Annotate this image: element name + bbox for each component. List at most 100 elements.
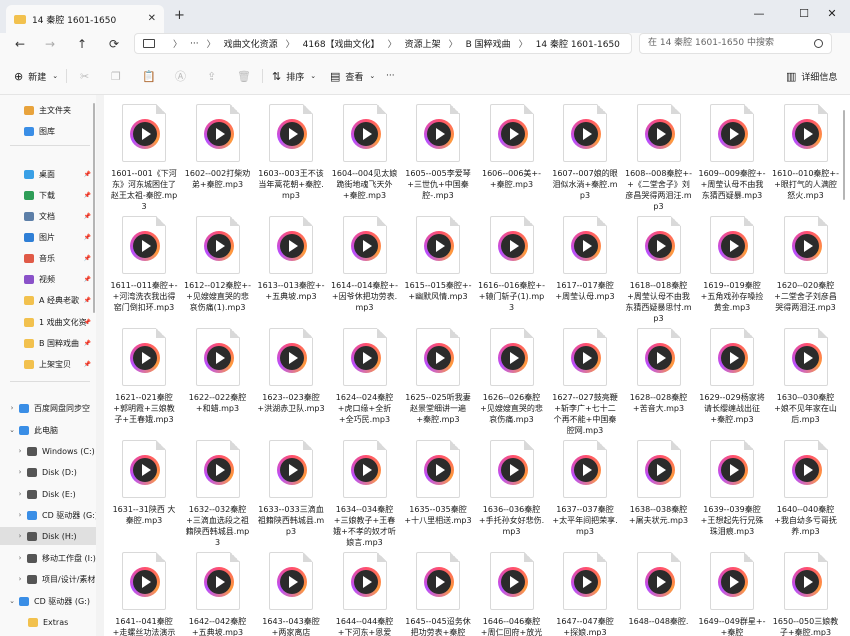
- file-item[interactable]: 1621--021秦腔+郭明霞+三娘教子+王春娥.mp3: [110, 324, 178, 436]
- sidebar-item[interactable]: › Disk (H:): [0, 527, 96, 545]
- file-item[interactable]: 1622--022秦腔+和蜡.mp3: [184, 324, 252, 436]
- file-item[interactable]: 1624--024秦腔+虎口缘+全折+全巧民.mp3: [331, 324, 399, 436]
- file-item[interactable]: 1612--012秦腔+-+见嫂嫂直哭的悲哀伤痛(1).mp3: [184, 212, 252, 324]
- file-item[interactable]: 1635--035秦腔+十八里相送.mp3: [404, 436, 472, 548]
- sidebar-item[interactable]: › CD 驱动器 (G:): [0, 506, 96, 524]
- sidebar-item[interactable]: 图片 📌: [0, 228, 96, 246]
- sidebar-item[interactable]: › Disk (D:): [0, 463, 96, 481]
- file-item[interactable]: 1616--016秦腔+-+辕门斩子(1).mp3: [478, 212, 546, 324]
- sidebar-item[interactable]: 文档 📌: [0, 207, 96, 225]
- rename-button[interactable]: Ⓐ: [175, 68, 191, 84]
- file-item[interactable]: 1625--025听我妻赵景堂细讲一遍+秦腔.mp3: [404, 324, 472, 436]
- minimize-button[interactable]: —: [745, 4, 773, 24]
- file-item[interactable]: 1607--007娘的眼泪似水淌+秦腔.mp3: [551, 100, 619, 212]
- chevron-right-icon[interactable]: ›: [8, 404, 16, 412]
- file-item[interactable]: 1633--033三滴血祖籍陕西韩城县.mp3: [257, 436, 325, 548]
- sidebar-item[interactable]: Extras: [0, 613, 96, 631]
- sidebar-item[interactable]: 音乐 📌: [0, 249, 96, 267]
- file-item[interactable]: 1619--019秦腔+五角戏孙存嗓捡黄金.mp3: [698, 212, 766, 324]
- file-item[interactable]: 1639--039秦腔+王想起先行兄殊珠泪痕.mp3: [698, 436, 766, 548]
- file-item[interactable]: 1648--048秦腔.: [625, 548, 693, 636]
- maximize-button[interactable]: ☐: [790, 4, 818, 24]
- file-item[interactable]: 1645--045迢务休把功劳表+秦腔: [404, 548, 472, 636]
- file-item[interactable]: 1642--042秦腔+五典坡.mp3: [184, 548, 252, 636]
- file-item[interactable]: 1620--020秦腔+二堂舍子刘彦昌哭得两泪汪.mp3: [772, 212, 840, 324]
- cut-button[interactable]: ✂: [80, 68, 94, 84]
- paste-button[interactable]: 📋: [142, 68, 161, 84]
- sidebar-item[interactable]: 1 戏曲文化资 📌: [0, 313, 96, 331]
- file-item[interactable]: 1601--001《下河东》河东城困住了赵王太祖-秦腔.mp3: [110, 100, 178, 212]
- sidebar-item[interactable]: › 百度网盘同步空: [0, 399, 96, 417]
- sidebar-item[interactable]: 桌面 📌: [0, 165, 96, 183]
- chevron-down-icon[interactable]: ⌄: [8, 426, 16, 434]
- sidebar-item[interactable]: › 项目/设计/素材: [0, 570, 96, 588]
- share-button[interactable]: ⇪: [207, 68, 221, 84]
- file-item[interactable]: 1640--040秦腔+我自幼多亏哥抚养.mp3: [772, 436, 840, 548]
- file-item[interactable]: 1649--049群星+-+秦腔: [698, 548, 766, 636]
- file-item[interactable]: 1614--014秦腔+-+因爷休把功劳表.mp3: [331, 212, 399, 324]
- chevron-right-icon[interactable]: ›: [16, 511, 24, 519]
- file-item[interactable]: 1605--005李爱琴+三世仇+中国秦腔-.mp3: [404, 100, 472, 212]
- new-button[interactable]: ⊕ 新建 ⌄: [14, 68, 58, 84]
- sort-button[interactable]: ⇅ 排序 ⌄: [272, 68, 316, 84]
- delete-button[interactable]: 🗑: [237, 68, 256, 84]
- chevron-right-icon[interactable]: ›: [16, 575, 24, 583]
- close-window-button[interactable]: ✕: [818, 4, 846, 24]
- back-button[interactable]: ←: [10, 35, 30, 53]
- sidebar-item[interactable]: ⌄ CD 驱动器 (G:): [0, 592, 96, 610]
- chevron-down-icon[interactable]: ⌄: [8, 597, 16, 605]
- file-item[interactable]: 1632--032秦腔+三滴血选段之祖籍陕西韩城县.mp3: [184, 436, 252, 548]
- file-item[interactable]: 1606--006美+-+秦腔.mp3: [478, 100, 546, 212]
- file-item[interactable]: 1627--027鼓亮鞭+斩李广+七十二个再不能+中国秦腔网.mp3: [551, 324, 619, 436]
- sidebar-item[interactable]: › 移动工作盘 (I:): [0, 549, 96, 567]
- sidebar-item[interactable]: 主文件夹: [0, 101, 96, 119]
- file-item[interactable]: 1603--003王不该当年蒿花朝+秦腔.mp3: [257, 100, 325, 212]
- file-item[interactable]: 1638--038秦腔+屠夫状元.mp3: [625, 436, 693, 548]
- file-item[interactable]: 1630--030秦腔+娘不见年家在山后.mp3: [772, 324, 840, 436]
- sidebar-item[interactable]: ⌄ 此电脑: [0, 421, 96, 439]
- breadcrumb-item[interactable]: 资源上架: [405, 37, 441, 50]
- sidebar-item[interactable]: › Disk (E:): [0, 485, 96, 503]
- copy-button[interactable]: ❐: [111, 68, 126, 84]
- file-item[interactable]: 1650--050三娘教子+秦腔.mp3: [772, 548, 840, 636]
- file-item[interactable]: 1608--008秦腔+-+《二堂舍子》刘彦昌哭得两泪汪.mp3: [625, 100, 693, 212]
- file-item[interactable]: 1646--046秦腔+周仁回府+放光: [478, 548, 546, 636]
- content-scrollbar[interactable]: [843, 110, 845, 200]
- file-item[interactable]: 1617--017秦腔+周莹认母.mp3: [551, 212, 619, 324]
- chevron-right-icon[interactable]: ›: [16, 554, 24, 562]
- forward-button[interactable]: →: [40, 35, 60, 53]
- file-item[interactable]: 1644--044秦腔+下河东+恩爱: [331, 548, 399, 636]
- file-item[interactable]: 1647--047秦腔+探娘.mp3: [551, 548, 619, 636]
- file-item[interactable]: 1626--026秦腔+见嫂嫂直哭的悲哀伤痛.mp3: [478, 324, 546, 436]
- file-item[interactable]: 1618--018秦腔+周莹认母不由我东猜西疑暴思忖.mp3: [625, 212, 693, 324]
- file-item[interactable]: 1602--002打柴劝弟+秦腔.mp3: [184, 100, 252, 212]
- file-item[interactable]: 1636--036秦腔+手托孙女好悲伤.mp3: [478, 436, 546, 548]
- chevron-right-icon[interactable]: ›: [16, 490, 24, 498]
- sidebar-item[interactable]: 图库: [0, 122, 96, 140]
- file-item[interactable]: 1631--31陕西 大秦腔.mp3: [110, 436, 178, 548]
- breadcrumb-overflow[interactable]: ···: [190, 39, 199, 49]
- sidebar-item[interactable]: 上架宝贝 📌: [0, 355, 96, 373]
- file-item[interactable]: 1604--004见太娘跪街地魂飞天外+秦腔.mp3: [331, 100, 399, 212]
- sidebar-item[interactable]: 视频 📌: [0, 270, 96, 288]
- breadcrumb-item[interactable]: 戏曲文化资源: [224, 37, 278, 50]
- details-button[interactable]: ▥ 详细信息: [786, 68, 837, 84]
- view-button[interactable]: ▤ 查看 ⌄: [330, 68, 375, 84]
- tab-current-folder[interactable]: 14 秦腔 1601-1650 ✕: [6, 5, 164, 33]
- file-item[interactable]: 1629--029杨家将请长缨缠战出征+秦腔.mp3: [698, 324, 766, 436]
- sidebar-item[interactable]: B 国粹戏曲 📌: [0, 334, 96, 352]
- file-item[interactable]: 1641--041秦腔+走螺丝功法演示: [110, 548, 178, 636]
- chevron-right-icon[interactable]: ›: [16, 447, 24, 455]
- file-item[interactable]: 1609--009秦腔+-+周莹认母不由我东猜西疑暴.mp3: [698, 100, 766, 212]
- chevron-right-icon[interactable]: ›: [16, 532, 24, 540]
- close-tab-icon[interactable]: ✕: [148, 13, 156, 24]
- sidebar-item[interactable]: 下载 📌: [0, 186, 96, 204]
- file-item[interactable]: 1615--015秦腔+-+幽默风情.mp3: [404, 212, 472, 324]
- new-tab-button[interactable]: +: [174, 8, 185, 23]
- more-options-button[interactable]: ···: [386, 68, 395, 84]
- breadcrumb-item[interactable]: 4168【戏曲文化】: [303, 37, 380, 50]
- breadcrumb-item[interactable]: B 国粹戏曲: [466, 37, 511, 50]
- file-item[interactable]: 1623--023秦腔+洪湖赤卫队.mp3: [257, 324, 325, 436]
- sidebar-item[interactable]: › Windows (C:): [0, 442, 96, 460]
- file-item[interactable]: 1643--043秦腔+两家离店: [257, 548, 325, 636]
